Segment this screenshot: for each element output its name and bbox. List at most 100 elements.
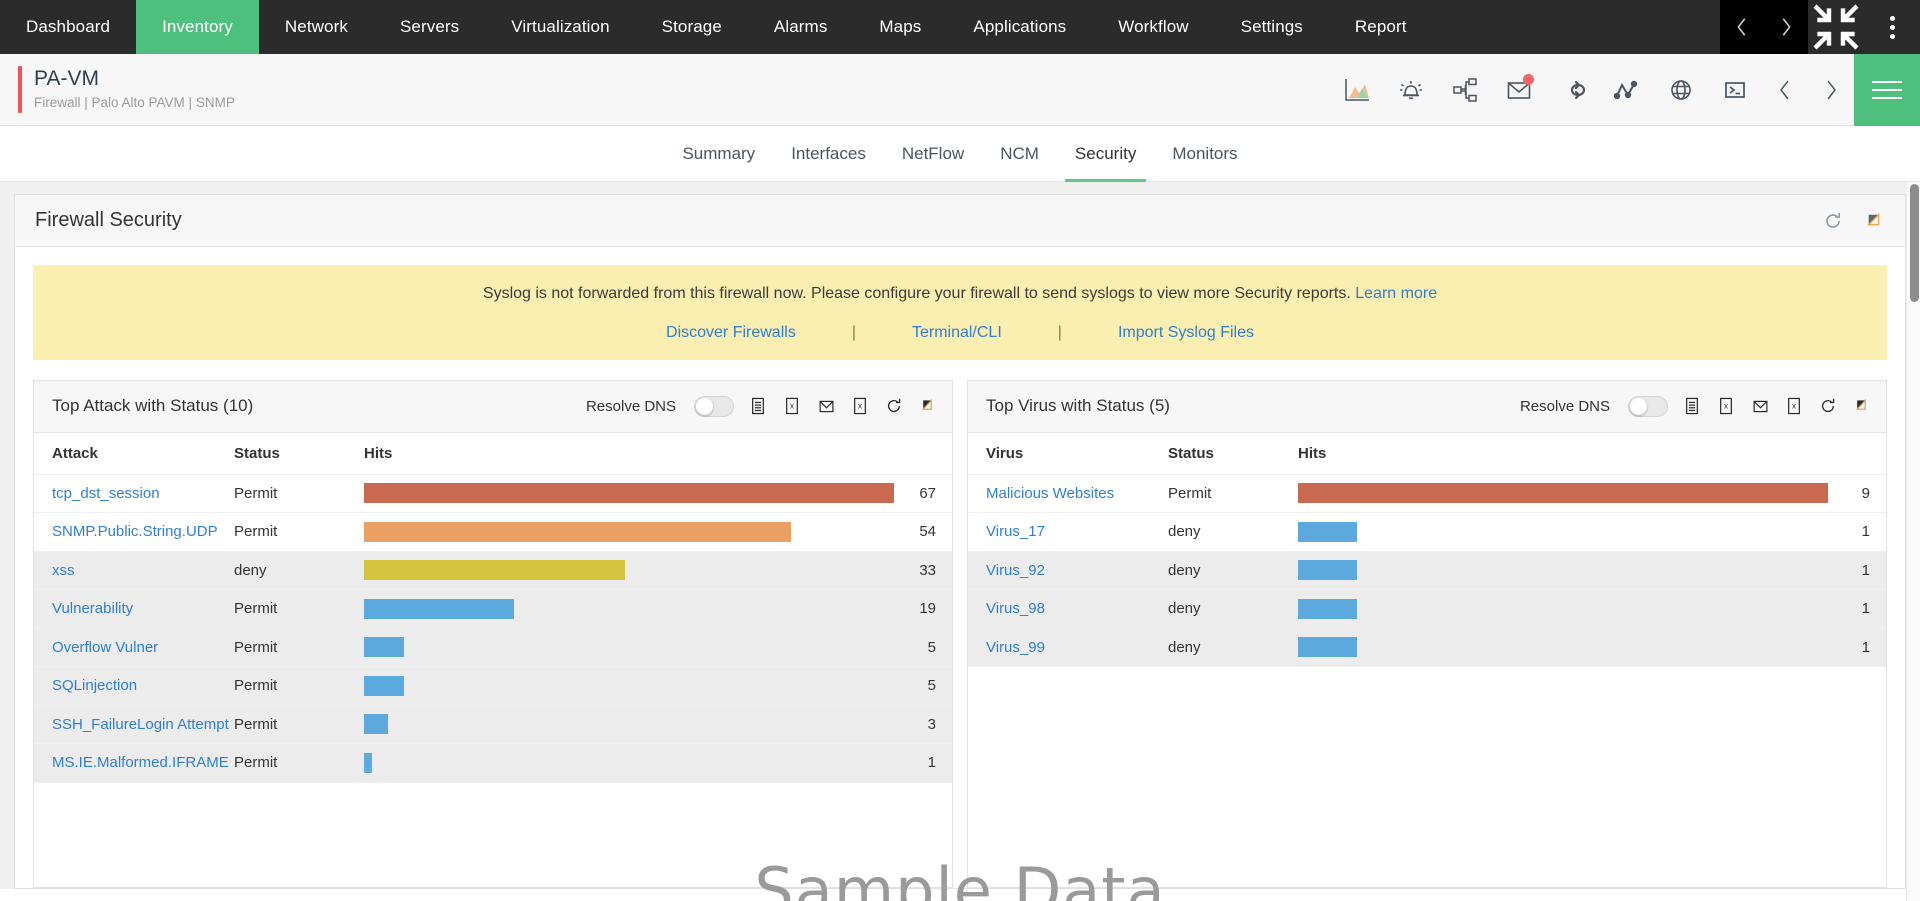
column-header-hits[interactable]: Hits (364, 433, 894, 475)
entity-link[interactable]: SQLinjection (52, 677, 137, 694)
table-row[interactable]: Virus_17deny1 (968, 513, 1886, 552)
nav-item-workflow[interactable]: Workflow (1092, 0, 1214, 54)
nav-next-button[interactable] (1764, 0, 1808, 54)
table-row[interactable]: Virus_92deny1 (968, 551, 1886, 590)
table-row[interactable]: Overflow VulnerPermit5 (34, 628, 952, 667)
table-row[interactable]: Virus_98deny1 (968, 590, 1886, 629)
table-row[interactable]: MS.IE.Malformed.IFRAMEPermit1 (34, 744, 952, 783)
table-row[interactable]: SQLinjectionPermit5 (34, 667, 952, 706)
cell-hits-value: 1 (1828, 590, 1886, 629)
trend-line-icon[interactable] (1600, 54, 1654, 126)
alarm-bell-icon[interactable] (1384, 54, 1438, 126)
device-identity: PA-VM Firewall | Palo Alto PAVM | SNMP (0, 66, 235, 114)
hits-bar (1298, 483, 1828, 503)
entity-link[interactable]: Virus_92 (986, 562, 1045, 579)
tab-ncm[interactable]: NCM (982, 126, 1057, 182)
expand-icon[interactable] (918, 396, 938, 416)
export-doc-icon[interactable] (1682, 396, 1702, 416)
cell-hits-value: 1 (1828, 513, 1886, 552)
export-excel-icon[interactable]: x (782, 396, 802, 416)
workflow-icon[interactable] (1438, 54, 1492, 126)
terminal-cli-link[interactable]: Terminal/CLI (856, 324, 1058, 342)
nav-item-alarms[interactable]: Alarms (748, 0, 854, 54)
discover-firewalls-link[interactable]: Discover Firewalls (610, 324, 852, 342)
entity-link[interactable]: SSH_FailureLogin Attempt (52, 716, 229, 733)
nav-item-storage[interactable]: Storage (636, 0, 748, 54)
mail-icon[interactable] (1492, 54, 1546, 126)
nav-prev-button[interactable] (1720, 0, 1764, 54)
table-row[interactable]: SNMP.Public.String.UDPPermit54 (34, 513, 952, 552)
globe-icon[interactable] (1654, 54, 1708, 126)
nav-item-inventory[interactable]: Inventory (136, 0, 259, 54)
entity-link[interactable]: Virus_99 (986, 639, 1045, 656)
security-table: VirusStatusHitsMalicious WebsitesPermit9… (968, 433, 1886, 668)
nav-item-dashboard[interactable]: Dashboard (0, 0, 136, 54)
export-excel-icon[interactable]: x (1716, 396, 1736, 416)
table-row[interactable]: xssdeny33 (34, 551, 952, 590)
side-menu-toggle[interactable] (1854, 54, 1920, 126)
nav-item-applications[interactable]: Applications (947, 0, 1092, 54)
export-csv-icon[interactable]: x (850, 396, 870, 416)
export-csv-icon[interactable]: x (1784, 396, 1804, 416)
area-chart-icon[interactable] (1330, 54, 1384, 126)
hits-bar (364, 714, 388, 734)
entity-link[interactable]: MS.IE.Malformed.IFRAME (52, 754, 229, 771)
column-header-status[interactable]: Status (234, 433, 364, 475)
refresh-icon[interactable] (1818, 396, 1838, 416)
expand-icon[interactable] (1852, 396, 1872, 416)
import-syslog-files-link[interactable]: Import Syslog Files (1062, 324, 1310, 342)
cell-hits-bar (364, 744, 894, 783)
column-header-hits[interactable]: Hits (1298, 433, 1828, 475)
hits-bar (1298, 560, 1357, 580)
table-row[interactable]: Malicious WebsitesPermit9 (968, 474, 1886, 513)
entity-link[interactable]: SNMP.Public.String.UDP (52, 523, 218, 540)
entity-link[interactable]: Vulnerability (52, 600, 133, 617)
tab-interfaces[interactable]: Interfaces (773, 126, 884, 182)
tab-monitors[interactable]: Monitors (1154, 126, 1255, 182)
cell-hits-bar (364, 705, 894, 744)
page-title: Firewall Security (35, 209, 182, 232)
nav-item-virtualization[interactable]: Virtualization (485, 0, 635, 54)
tab-netflow[interactable]: NetFlow (884, 126, 982, 182)
learn-more-link[interactable]: Learn more (1355, 285, 1437, 302)
entity-link[interactable]: Virus_98 (986, 600, 1045, 617)
device-subtitle: Firewall | Palo Alto PAVM | SNMP (34, 93, 235, 113)
device-next-button[interactable] (1808, 54, 1854, 126)
page-scrollbar-thumb[interactable] (1910, 184, 1919, 302)
entity-link[interactable]: Virus_17 (986, 523, 1045, 540)
column-header-status[interactable]: Status (1168, 433, 1298, 475)
entity-link[interactable]: tcp_dst_session (52, 485, 160, 502)
cell-hits-value: 54 (894, 513, 952, 552)
nav-item-network[interactable]: Network (259, 0, 374, 54)
column-header-virus[interactable]: Virus (968, 433, 1168, 475)
column-header-attack[interactable]: Attack (34, 433, 234, 475)
nav-item-maps[interactable]: Maps (853, 0, 947, 54)
collapse-icon[interactable] (1808, 0, 1864, 54)
resolve-dns-toggle[interactable] (694, 396, 734, 417)
entity-link[interactable]: xss (52, 562, 75, 579)
terminal-icon[interactable] (1708, 54, 1762, 126)
export-doc-icon[interactable] (748, 396, 768, 416)
table-row[interactable]: tcp_dst_sessionPermit67 (34, 474, 952, 513)
table-row[interactable]: Virus_99deny1 (968, 628, 1886, 667)
email-report-icon[interactable] (1750, 396, 1770, 416)
email-report-icon[interactable] (816, 396, 836, 416)
table-row[interactable]: VulnerabilityPermit19 (34, 590, 952, 629)
loop-refresh-icon[interactable] (1546, 54, 1600, 126)
expand-icon[interactable] (1865, 211, 1885, 231)
tab-security[interactable]: Security (1057, 126, 1154, 182)
device-prev-button[interactable] (1762, 54, 1808, 126)
nav-item-servers[interactable]: Servers (374, 0, 485, 54)
table-row[interactable]: SSH_FailureLogin AttemptPermit3 (34, 705, 952, 744)
refresh-icon[interactable] (884, 396, 904, 416)
entity-link[interactable]: Malicious Websites (986, 485, 1114, 502)
resolve-dns-toggle[interactable] (1628, 396, 1668, 417)
entity-link[interactable]: Overflow Vulner (52, 639, 158, 656)
page-scrollbar[interactable] (1906, 182, 1920, 901)
nav-item-report[interactable]: Report (1329, 0, 1433, 54)
overflow-menu-icon[interactable] (1864, 0, 1920, 54)
nav-item-settings[interactable]: Settings (1215, 0, 1329, 54)
cell-name: tcp_dst_session (34, 474, 234, 513)
refresh-icon[interactable] (1823, 211, 1843, 231)
tab-summary[interactable]: Summary (664, 126, 773, 182)
